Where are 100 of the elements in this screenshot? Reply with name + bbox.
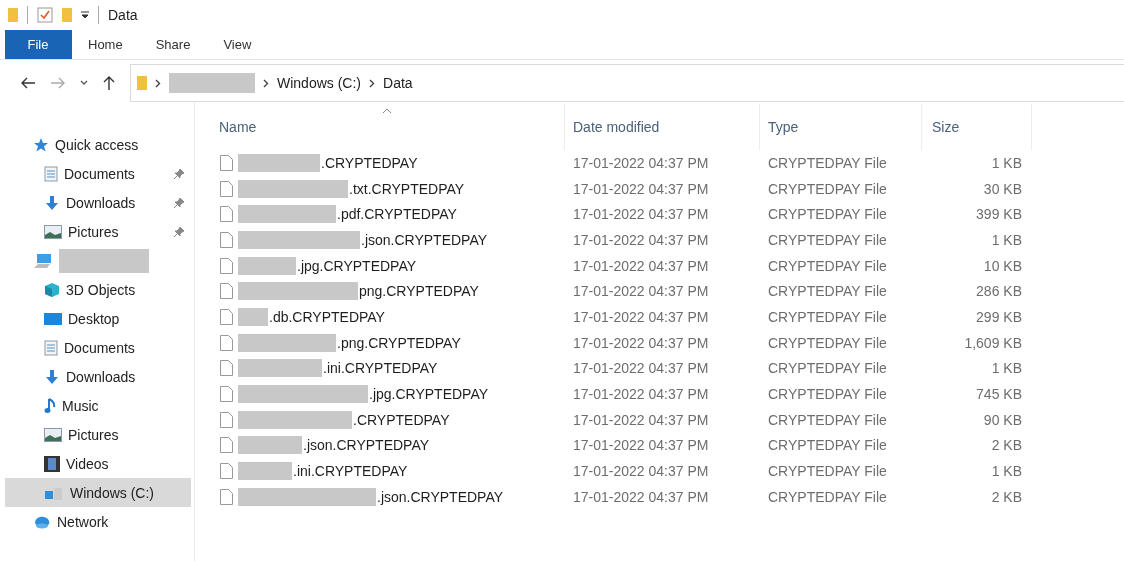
file-icon	[220, 437, 233, 454]
breadcrumb[interactable]: Windows (C:)	[277, 75, 361, 91]
table-cell-text: CRYPTEDPAY File	[767, 386, 888, 403]
sidebar-item[interactable]: Downloads	[5, 188, 191, 217]
back-icon[interactable]	[20, 76, 36, 90]
file-name[interactable]: .json.CRYPTEDPAY	[361, 231, 488, 248]
table-cell-text: 1 KB	[990, 154, 1023, 171]
column-header[interactable]: Date modified	[565, 104, 760, 150]
table-cell-text: CRYPTEDPAY File	[767, 308, 888, 325]
document-icon	[44, 165, 58, 182]
picture-icon	[44, 224, 62, 239]
file-name[interactable]: .ini.CRYPTEDPAY	[323, 360, 438, 377]
desktop-icon	[44, 311, 62, 326]
chevron-right-icon[interactable]	[369, 78, 375, 88]
file-icon	[220, 206, 233, 223]
breadcrumb[interactable]: Data	[383, 75, 413, 91]
file-name[interactable]: .pdf.CRYPTEDPAY	[337, 206, 457, 223]
table-cell-text: 2 KB	[990, 437, 1023, 454]
dropdown-icon[interactable]	[81, 10, 89, 20]
sidebar-item[interactable]: Downloads	[5, 362, 191, 391]
ribbon-tab[interactable]: Share	[139, 30, 208, 59]
file-name[interactable]: .json.CRYPTEDPAY	[377, 488, 504, 505]
sidebar-item[interactable]: Documents	[5, 159, 191, 188]
file-name[interactable]: .jpg.CRYPTEDPAY	[297, 257, 417, 274]
file-name[interactable]: .CRYPTEDPAY	[353, 411, 450, 428]
sidebar-item[interactable]: Network	[5, 507, 191, 536]
chevron-down-icon[interactable]	[80, 80, 88, 86]
file-name[interactable]: .png.CRYPTEDPAY	[337, 334, 461, 351]
film-icon	[44, 455, 60, 472]
file-icon	[220, 283, 233, 300]
table-cell-text: 1 KB	[990, 360, 1023, 377]
table-cell-text: 17-01-2022 04:37 PM	[572, 283, 710, 300]
sidebar-item[interactable]: Pictures	[5, 420, 191, 449]
table-cell-text: 17-01-2022 04:37 PM	[572, 334, 710, 351]
folder-icon	[8, 7, 18, 23]
file-icon	[220, 308, 233, 325]
properties-icon[interactable]	[37, 7, 53, 23]
sidebar-item[interactable]: 3D Objects	[5, 275, 191, 304]
table-cell-text: 2 KB	[990, 488, 1023, 505]
sidebar-item[interactable]: Videos	[5, 449, 191, 478]
picture-icon	[44, 427, 62, 442]
file-icon	[220, 180, 233, 197]
ribbon-tab[interactable]: File	[5, 30, 72, 59]
table-cell-text: 17-01-2022 04:37 PM	[572, 206, 710, 223]
table-cell-text: CRYPTEDPAY File	[767, 180, 888, 197]
table-cell-text: 90 KB	[982, 411, 1023, 428]
sidebar-item[interactable]: Desktop	[5, 304, 191, 333]
table-cell-text: CRYPTEDPAY File	[767, 488, 888, 505]
document-icon	[44, 339, 58, 356]
ribbon-tab[interactable]: View	[207, 30, 269, 59]
table-cell-text: CRYPTEDPAY File	[767, 334, 888, 351]
table-cell-text: 286 KB	[975, 283, 1023, 300]
download-arrow-icon	[44, 194, 60, 211]
table-cell-text: 17-01-2022 04:37 PM	[572, 386, 710, 403]
chevron-right-icon[interactable]	[263, 78, 269, 88]
up-icon[interactable]	[102, 75, 116, 91]
table-cell-text: 299 KB	[975, 308, 1023, 325]
file-icon	[220, 463, 233, 480]
file-icon	[220, 488, 233, 505]
computer-icon	[33, 252, 53, 269]
table-cell-text: CRYPTEDPAY File	[767, 411, 888, 428]
sidebar-item[interactable]: Music	[5, 391, 191, 420]
ribbon-tab[interactable]: Home	[72, 30, 140, 59]
column-header[interactable]: Type	[760, 104, 922, 150]
file-icon	[220, 231, 233, 248]
sidebar-item[interactable]: Pictures	[5, 217, 191, 246]
file-icon	[220, 411, 233, 428]
chevron-right-icon[interactable]	[155, 78, 161, 88]
file-name[interactable]: png.CRYPTEDPAY	[359, 283, 479, 300]
table-cell-text: CRYPTEDPAY File	[767, 257, 888, 274]
file-name[interactable]: .CRYPTEDPAY	[321, 154, 418, 171]
file-name[interactable]: .db.CRYPTEDPAY	[269, 308, 385, 325]
table-cell-text: 1 KB	[990, 231, 1023, 248]
table-cell-text: CRYPTEDPAY File	[767, 231, 888, 248]
table-cell-text: CRYPTEDPAY File	[767, 154, 888, 171]
cube-icon	[44, 281, 60, 298]
table-cell-text: 17-01-2022 04:37 PM	[572, 257, 710, 274]
table-cell-text: 17-01-2022 04:37 PM	[572, 411, 710, 428]
sidebar-item[interactable]: Quick access	[5, 130, 191, 159]
table-cell-text: 745 KB	[975, 386, 1023, 403]
file-icon	[220, 334, 233, 351]
table-cell-text: 1 KB	[990, 463, 1023, 480]
table-cell-text: CRYPTEDPAY File	[767, 437, 888, 454]
column-header[interactable]: Name	[217, 104, 565, 150]
file-name[interactable]: .txt.CRYPTEDPAY	[349, 180, 465, 197]
sidebar-item[interactable]: Documents	[5, 333, 191, 362]
file-name[interactable]: .json.CRYPTEDPAY	[303, 437, 430, 454]
table-cell-text: 17-01-2022 04:37 PM	[572, 308, 710, 325]
table-cell-text: 17-01-2022 04:37 PM	[572, 488, 710, 505]
file-icon	[220, 257, 233, 274]
folder-icon	[137, 75, 147, 91]
table-cell-text: CRYPTEDPAY File	[767, 283, 888, 300]
address-bar[interactable]: Windows (C:) Data	[130, 64, 1124, 102]
column-header[interactable]: Size	[922, 104, 1032, 150]
file-name[interactable]: .jpg.CRYPTEDPAY	[369, 386, 489, 403]
download-arrow-icon	[44, 368, 60, 385]
table-cell-text: CRYPTEDPAY File	[767, 463, 888, 480]
sidebar-item[interactable]: Windows (C:)	[5, 478, 191, 507]
table-cell-text: CRYPTEDPAY File	[767, 206, 888, 223]
file-name[interactable]: .ini.CRYPTEDPAY	[293, 463, 408, 480]
